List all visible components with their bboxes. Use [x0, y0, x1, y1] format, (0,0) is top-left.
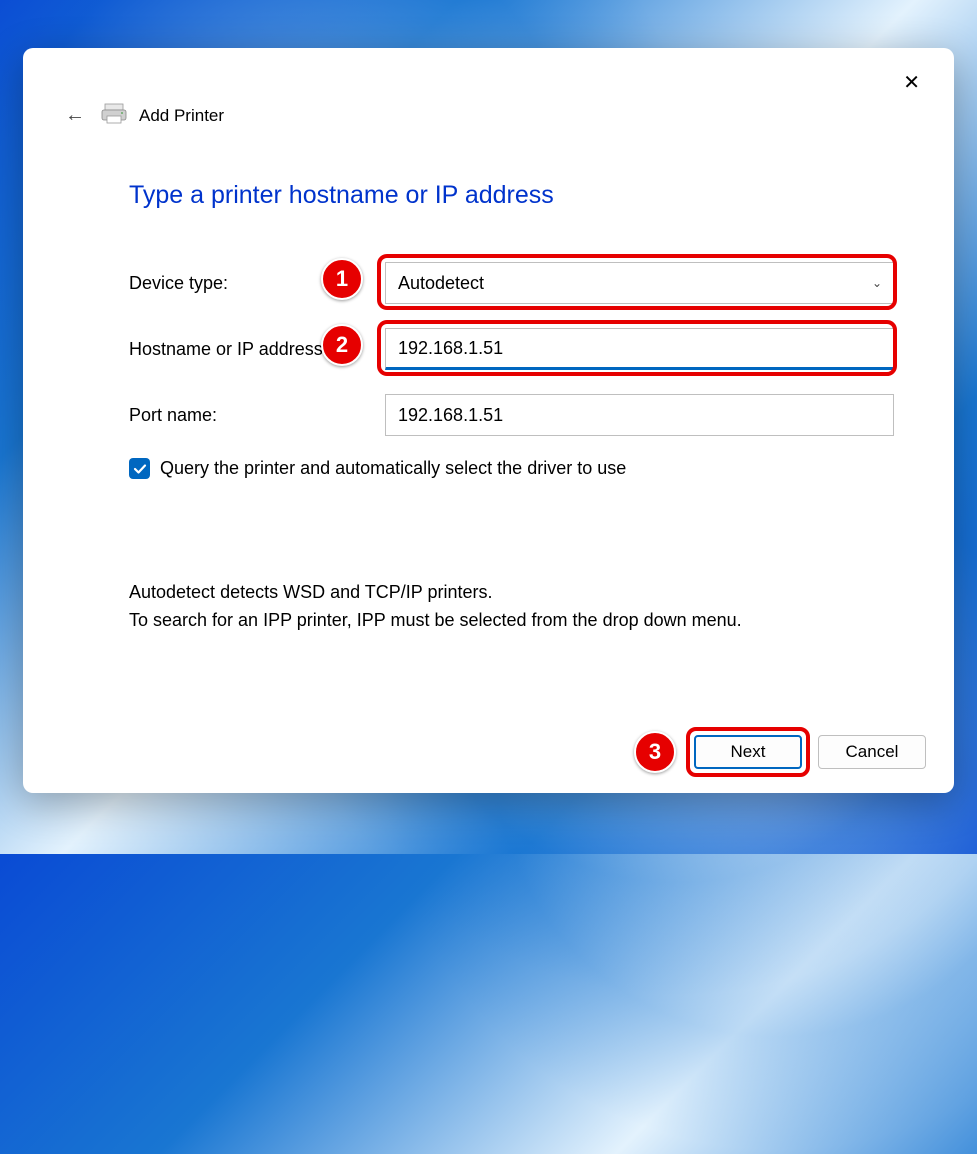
printer-icon	[101, 102, 127, 129]
dialog-heading: Type a printer hostname or IP address	[129, 181, 926, 210]
dialog-title: Add Printer	[139, 106, 224, 126]
back-arrow-icon[interactable]: ←	[61, 102, 89, 129]
info-line-1: Autodetect detects WSD and TCP/IP printe…	[129, 579, 866, 607]
close-icon[interactable]: ✕	[897, 66, 926, 99]
device-type-row: Device type: Autodetect ⌄ 1	[129, 262, 894, 304]
query-checkbox-row: Query the printer and automatically sele…	[129, 458, 926, 479]
info-line-2: To search for an IPP printer, IPP must b…	[129, 607, 866, 635]
hostname-input[interactable]	[385, 328, 894, 370]
hostname-row: Hostname or IP address: 2	[129, 328, 894, 370]
port-name-row: Port name:	[129, 394, 894, 436]
annotation-badge-3: 3	[634, 731, 676, 773]
info-text: Autodetect detects WSD and TCP/IP printe…	[129, 579, 866, 635]
dialog-titlebar: ← Add Printer	[51, 102, 926, 129]
query-checkbox[interactable]	[129, 458, 150, 479]
add-printer-dialog: ✕ ← Add Printer Type a printer hostname …	[23, 48, 954, 793]
annotation-badge-2: 2	[321, 324, 363, 366]
query-checkbox-label: Query the printer and automatically sele…	[160, 458, 626, 479]
next-button[interactable]: Next	[694, 735, 802, 769]
cancel-button[interactable]: Cancel	[818, 735, 926, 769]
port-name-input[interactable]	[385, 394, 894, 436]
dialog-footer: 3 Next Cancel	[51, 715, 926, 769]
device-type-select[interactable]: Autodetect	[385, 262, 894, 304]
annotation-badge-1: 1	[321, 258, 363, 300]
port-name-label: Port name:	[129, 405, 385, 426]
